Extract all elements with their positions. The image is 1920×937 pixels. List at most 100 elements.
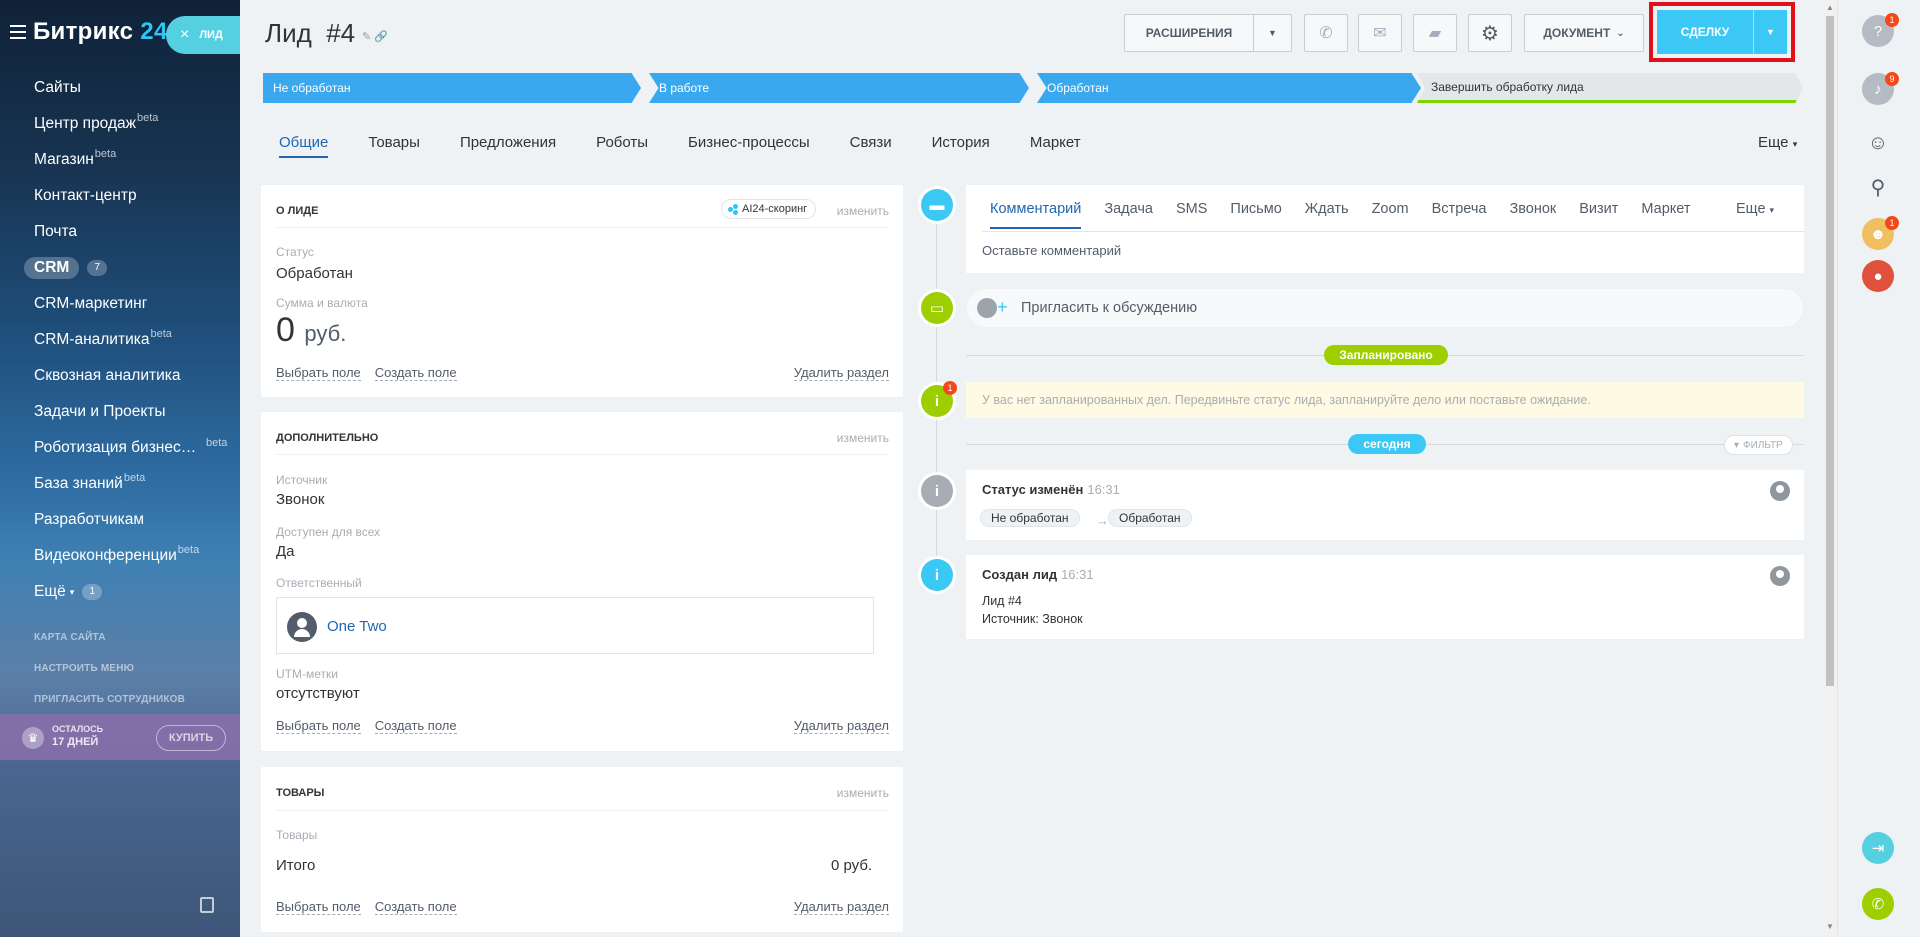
ai-scoring-badge[interactable]: AI24-скоринг	[721, 199, 817, 219]
responsible-name-link[interactable]: One Two	[327, 618, 387, 635]
tab-task[interactable]: Задача	[1104, 201, 1153, 229]
select-field-link[interactable]: Выбрать поле	[276, 718, 361, 734]
page-scrollbar[interactable]: ▲ ▼	[1823, 0, 1837, 937]
scrollbar-thumb[interactable]	[1826, 16, 1834, 686]
tab-business-processes[interactable]: Бизнес-процессы	[688, 134, 810, 156]
tab-products[interactable]: Товары	[368, 134, 420, 156]
tab-relations[interactable]: Связи	[850, 134, 892, 156]
edit-section-link[interactable]: изменить	[837, 431, 889, 445]
chevron-down-icon[interactable]: ▼	[1753, 10, 1787, 54]
exit-icon[interactable]: ⇥	[1862, 832, 1894, 864]
gear-icon[interactable]: ⚙	[1468, 14, 1512, 52]
responsible-card[interactable]: One Two	[276, 597, 874, 654]
phone-call-icon[interactable]: ✆	[1862, 888, 1894, 920]
chat-icon[interactable]: ▰	[1413, 14, 1457, 52]
tab-quotes[interactable]: Предложения	[460, 134, 556, 156]
sidebar-item-end-to-end-analytics[interactable]: Сквозная аналитика	[0, 358, 240, 394]
sidebar-item-label: CRM	[24, 257, 80, 279]
sidebar-item-automation[interactable]: Роботизация бизнес… beta	[0, 430, 240, 466]
sidebar-item-sites[interactable]: Сайты	[0, 70, 240, 106]
create-field-link[interactable]: Создать поле	[374, 365, 457, 381]
sidebar-item-label: Магазин	[34, 151, 94, 168]
tab-meeting[interactable]: Встреча	[1432, 201, 1487, 229]
mail-icon[interactable]: ✉	[1358, 14, 1402, 52]
source-value[interactable]: Звонок	[276, 491, 324, 508]
select-field-link[interactable]: Выбрать поле	[276, 899, 361, 915]
tab-history[interactable]: История	[932, 134, 990, 156]
convert-to-deal-button[interactable]: СДЕЛКУ ▼	[1657, 10, 1787, 54]
menu-icon[interactable]	[10, 25, 26, 39]
tab-call[interactable]: Звонок	[1509, 201, 1556, 229]
chevron-down-icon[interactable]: ▼	[1253, 15, 1291, 51]
sidebar-item-label: База знаний	[34, 475, 123, 492]
sidebar-item-developers[interactable]: Разработчикам	[0, 502, 240, 538]
available-value[interactable]: Да	[276, 543, 295, 560]
sidebar-item-mail[interactable]: Почта	[0, 214, 240, 250]
sidebar-item-crm-analytics[interactable]: CRM-аналитика beta	[0, 322, 240, 358]
extensions-button[interactable]: РАСШИРЕНИЯ ▼	[1124, 14, 1292, 52]
stage-in-progress[interactable]: В работе	[649, 73, 1029, 103]
create-field-link[interactable]: Создать поле	[374, 718, 457, 734]
configure-menu-link[interactable]: НАСТРОИТЬ МЕНЮ	[34, 659, 185, 690]
tab-comment[interactable]: Комментарий	[990, 201, 1082, 229]
lead-slider-tab[interactable]: × ЛИД	[166, 16, 240, 54]
extensions-label: РАСШИРЕНИЯ	[1145, 26, 1233, 40]
delete-section-link[interactable]: Удалить раздел	[793, 365, 889, 381]
editor-more-button[interactable]: Еще ▾	[1736, 201, 1774, 217]
messenger-icon[interactable]: ☺	[1862, 127, 1894, 159]
stage-processed[interactable]: Обработан	[1037, 73, 1421, 103]
tab-market[interactable]: Маркет	[1641, 201, 1690, 229]
sidebar-item-label: Почта	[34, 223, 78, 240]
sidebar-item-knowledge-base[interactable]: База знаний beta	[0, 466, 240, 502]
tab-wait[interactable]: Ждать	[1305, 201, 1349, 229]
tab-general[interactable]: Общие	[279, 134, 329, 158]
comment-input[interactable]: Оставьте комментарий	[982, 243, 1121, 258]
stage-not-processed[interactable]: Не обработан	[263, 73, 641, 103]
edit-section-link[interactable]: изменить	[837, 786, 889, 800]
search-icon[interactable]: ⚲	[1862, 171, 1894, 203]
author-avatar-icon[interactable]	[1770, 566, 1790, 586]
sidebar-item-shop[interactable]: Магазин beta	[0, 142, 240, 178]
invite-to-discussion-button[interactable]: + Пригласить к обсуждению	[966, 288, 1804, 328]
sidebar-item-video-conferences[interactable]: Видеоконференции beta	[0, 538, 240, 574]
trash-icon[interactable]	[200, 897, 214, 913]
tab-visit[interactable]: Визит	[1579, 201, 1618, 229]
create-field-link[interactable]: Создать поле	[374, 899, 457, 915]
scroll-down-icon[interactable]: ▼	[1826, 922, 1834, 931]
sum-field[interactable]: 0 руб.	[276, 311, 346, 350]
tab-zoom[interactable]: Zoom	[1372, 201, 1409, 229]
edit-link-icons[interactable]: ✎ 🔗	[362, 30, 388, 43]
sidebar-item-tasks[interactable]: Задачи и Проекты	[0, 394, 240, 430]
warning-text: У вас нет запланированных дел. Передвинь…	[982, 393, 1591, 407]
buy-button[interactable]: КУПИТЬ	[156, 725, 226, 751]
brand-logo[interactable]: Битрикс 24	[33, 18, 168, 46]
sidebar-item-more[interactable]: Ещё ▾ 1	[0, 574, 240, 610]
status-value[interactable]: Обработан	[276, 265, 353, 282]
scroll-up-icon[interactable]: ▲	[1826, 3, 1834, 12]
edit-section-link[interactable]: изменить	[837, 204, 889, 218]
sidebar-item-contact-center[interactable]: Контакт-центр	[0, 178, 240, 214]
user-profile-icon[interactable]: ●	[1862, 260, 1894, 292]
tab-robots[interactable]: Роботы	[596, 134, 648, 156]
delete-section-link[interactable]: Удалить раздел	[793, 899, 889, 915]
tab-market[interactable]: Маркет	[1030, 134, 1081, 156]
document-button[interactable]: ДОКУМЕНТ ⌄	[1524, 14, 1644, 52]
delete-section-link[interactable]: Удалить раздел	[793, 718, 889, 734]
filter-button[interactable]: ▾ ФИЛЬТР	[1724, 435, 1793, 455]
tab-sms[interactable]: SMS	[1176, 201, 1207, 229]
sidebar-item-label: Сайты	[34, 79, 81, 96]
event-line: Лид #4	[982, 594, 1022, 608]
event-line: Источник: Звонок	[982, 612, 1083, 626]
author-avatar-icon[interactable]	[1770, 481, 1790, 501]
sidebar-item-crm-marketing[interactable]: CRM-маркетинг	[0, 286, 240, 322]
sidebar-item-crm[interactable]: CRM 7	[0, 250, 240, 286]
phone-icon[interactable]: ✆	[1304, 14, 1348, 52]
tabs-more-button[interactable]: Еще ▾	[1758, 134, 1797, 151]
sitemap-link[interactable]: КАРТА САЙТА	[34, 628, 185, 659]
sidebar-item-sales-center[interactable]: Центр продаж beta	[0, 106, 240, 142]
select-field-link[interactable]: Выбрать поле	[276, 365, 361, 381]
beta-label: beta	[177, 544, 200, 556]
tab-email[interactable]: Письмо	[1230, 201, 1281, 229]
close-icon[interactable]: ×	[180, 26, 189, 44]
stage-finish-processing[interactable]: Завершить обработку лида	[1417, 73, 1803, 103]
